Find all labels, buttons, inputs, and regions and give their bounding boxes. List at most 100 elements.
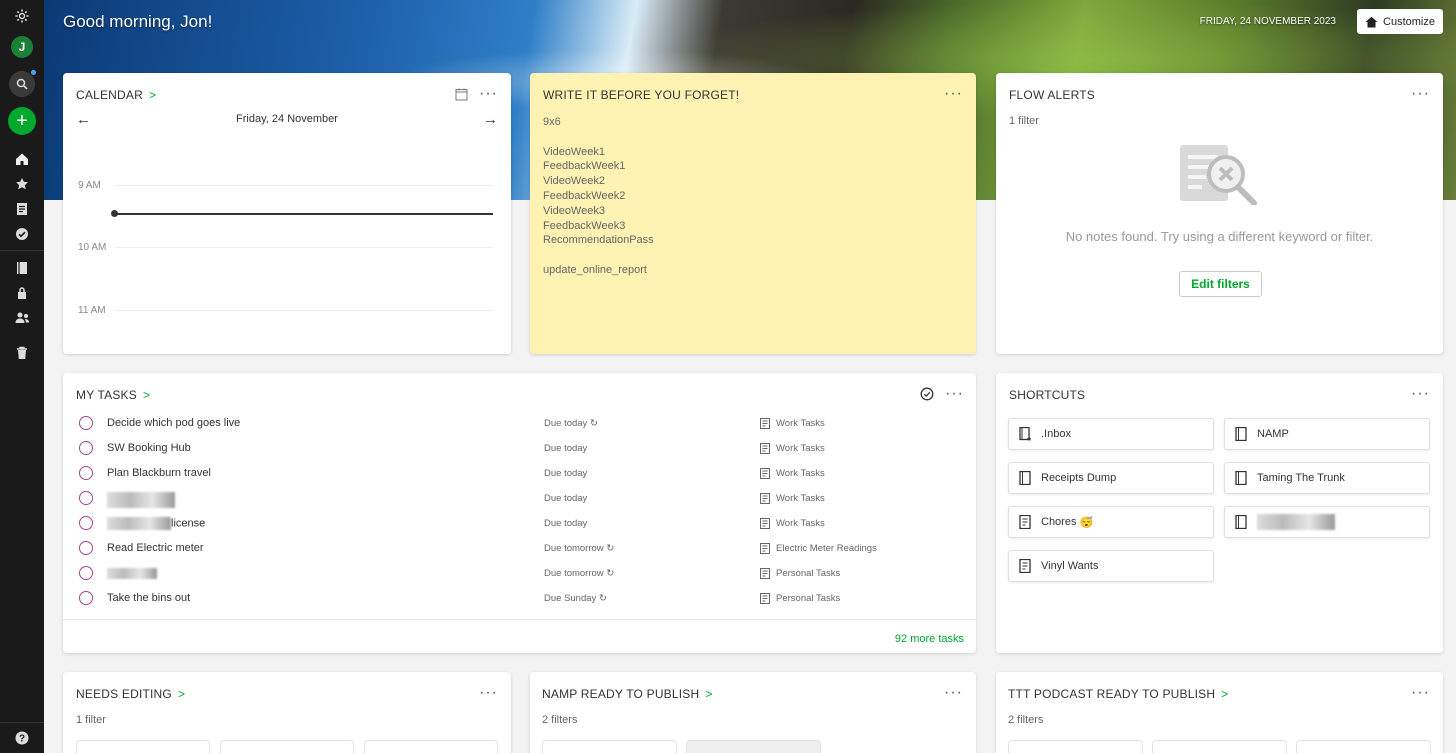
shortcut-item[interactable]: Vinyl Wants bbox=[1008, 550, 1214, 582]
notebook-icon bbox=[1225, 515, 1257, 529]
gear-icon[interactable] bbox=[0, 5, 44, 27]
more-options-icon[interactable]: ··· bbox=[945, 385, 964, 403]
task-checkbox[interactable] bbox=[79, 441, 93, 455]
star-icon[interactable] bbox=[0, 176, 44, 192]
widget-title[interactable]: TTT PODCAST READY TO PUBLISH > bbox=[1008, 687, 1228, 701]
note-card[interactable] bbox=[1152, 740, 1287, 753]
more-options-icon[interactable]: ··· bbox=[1411, 684, 1430, 702]
note-icon bbox=[760, 593, 770, 604]
people-icon[interactable] bbox=[0, 310, 44, 326]
task-notebook-label: Electric Meter Readings bbox=[776, 543, 877, 554]
avatar[interactable]: J bbox=[0, 36, 44, 58]
arrow-right-icon[interactable]: → bbox=[483, 111, 498, 128]
more-options-icon[interactable]: ··· bbox=[479, 684, 498, 702]
task-due: Due tomorrow ↻ bbox=[544, 568, 614, 579]
svg-text:?: ? bbox=[19, 734, 25, 745]
redacted-text bbox=[1257, 514, 1335, 530]
notebook-icon[interactable] bbox=[0, 260, 44, 276]
notebook-icon bbox=[760, 518, 770, 529]
task-due-label: Due Sunday bbox=[544, 593, 597, 604]
chevron-right-icon: > bbox=[705, 687, 713, 701]
task-due: Due today bbox=[544, 493, 588, 504]
shortcut-item[interactable]: .Inbox bbox=[1008, 418, 1214, 450]
notebook-icon bbox=[1225, 471, 1257, 485]
home-icon[interactable] bbox=[0, 151, 44, 167]
sleepy-emoji-icon: 😴 bbox=[1079, 516, 1094, 529]
note-card[interactable] bbox=[76, 740, 210, 753]
shortcut-item[interactable]: NAMP bbox=[1224, 418, 1430, 450]
hour-line bbox=[115, 185, 493, 186]
task-row[interactable]: Due today Work Tasks bbox=[63, 486, 976, 511]
help-icon[interactable]: ? bbox=[0, 730, 44, 746]
note-card[interactable] bbox=[364, 740, 498, 753]
calendar-open-icon[interactable] bbox=[455, 88, 468, 101]
chevron-right-icon: > bbox=[1221, 687, 1229, 701]
task-row[interactable]: Due tomorrow ↻ Personal Tasks bbox=[63, 561, 976, 586]
task-notebook-label: Work Tasks bbox=[776, 418, 825, 429]
task-title: Decide which pod goes live bbox=[107, 417, 241, 429]
task-checkbox[interactable] bbox=[79, 466, 93, 480]
shortcut-item[interactable] bbox=[1224, 506, 1430, 538]
tag-icon[interactable] bbox=[0, 285, 44, 301]
calendar-title[interactable]: CALENDAR > bbox=[76, 88, 156, 102]
add-task-icon[interactable] bbox=[920, 387, 934, 401]
shortcut-item[interactable]: Chores 😴 bbox=[1008, 506, 1214, 538]
hour-line bbox=[115, 310, 493, 311]
edit-filters-button[interactable]: Edit filters bbox=[1179, 271, 1262, 297]
repeat-icon: ↻ bbox=[606, 568, 615, 579]
sidebar-divider bbox=[0, 250, 44, 251]
more-tasks-link[interactable]: 92 more tasks bbox=[895, 633, 964, 645]
customize-button[interactable]: Customize bbox=[1357, 9, 1443, 34]
task-row[interactable]: Plan Blackburn travel Due today Work Tas… bbox=[63, 461, 976, 486]
more-options-icon[interactable]: ··· bbox=[479, 85, 498, 103]
shortcut-item[interactable]: Receipts Dump bbox=[1008, 462, 1214, 494]
header-date: FRIDAY, 24 NOVEMBER 2023 bbox=[1199, 16, 1336, 27]
task-notebook: Work Tasks bbox=[760, 443, 825, 454]
note-icon[interactable] bbox=[0, 201, 44, 217]
shortcut-label: Chores bbox=[1041, 516, 1077, 528]
check-icon[interactable] bbox=[0, 226, 44, 242]
more-options-icon[interactable]: ··· bbox=[944, 85, 963, 103]
plus-icon: + bbox=[8, 107, 36, 135]
task-row[interactable]: Read Electric meter Due tomorrow ↻ Elect… bbox=[63, 536, 976, 561]
shortcut-item[interactable]: Taming The Trunk bbox=[1224, 462, 1430, 494]
avatar-letter: J bbox=[11, 36, 33, 58]
task-checkbox[interactable] bbox=[79, 416, 93, 430]
task-checkbox[interactable] bbox=[79, 566, 93, 580]
task-notebook-label: Work Tasks bbox=[776, 518, 825, 529]
notebook-icon bbox=[760, 443, 770, 454]
search-button[interactable] bbox=[0, 69, 44, 98]
task-row[interactable]: SW Booking Hub Due today Work Tasks bbox=[63, 436, 976, 461]
widget-title[interactable]: NEEDS EDITING > bbox=[76, 687, 185, 701]
task-title: Plan Blackburn travel bbox=[107, 467, 211, 479]
tasks-title[interactable]: MY TASKS > bbox=[76, 388, 150, 402]
note-card[interactable] bbox=[1296, 740, 1431, 753]
more-options-icon[interactable]: ··· bbox=[1411, 85, 1430, 103]
task-checkbox[interactable] bbox=[79, 541, 93, 555]
search-icon bbox=[16, 78, 28, 90]
task-checkbox[interactable] bbox=[79, 591, 93, 605]
note-card[interactable] bbox=[542, 740, 677, 753]
calendar-widget: CALENDAR > ··· ← Friday, 24 November → 9 … bbox=[63, 73, 511, 354]
task-checkbox[interactable] bbox=[79, 516, 93, 530]
scratchpad-body[interactable]: 9x6 VideoWeek1 FeedbackWeek1 VideoWeek2 … bbox=[543, 115, 654, 278]
scratchpad-line: RecommendationPass bbox=[543, 234, 654, 247]
task-row[interactable]: Take the bins out Due Sunday ↻ Personal … bbox=[63, 586, 976, 611]
more-options-icon[interactable]: ··· bbox=[944, 684, 963, 702]
task-row[interactable]: Decide which pod goes live Due today ↻ W… bbox=[63, 411, 976, 436]
task-row[interactable]: license Due today Work Tasks bbox=[63, 511, 976, 536]
note-card[interactable] bbox=[1008, 740, 1143, 753]
widget-title[interactable]: NAMP READY TO PUBLISH > bbox=[542, 687, 713, 701]
trash-icon[interactable] bbox=[0, 345, 44, 361]
notebook-icon bbox=[760, 493, 770, 504]
note-card[interactable] bbox=[220, 740, 354, 753]
new-note-button[interactable]: + bbox=[0, 107, 44, 135]
task-due-label: Due today bbox=[544, 418, 588, 429]
note-card[interactable] bbox=[686, 740, 821, 753]
scratchpad-widget[interactable]: WRITE IT BEFORE YOU FORGET! ··· 9x6 Vide… bbox=[530, 73, 976, 354]
more-options-icon[interactable]: ··· bbox=[1411, 385, 1430, 403]
shortcut-label: .Inbox bbox=[1041, 428, 1071, 440]
redacted-text bbox=[107, 567, 157, 579]
task-checkbox[interactable] bbox=[79, 491, 93, 505]
widget-title-label: NEEDS EDITING bbox=[76, 687, 172, 701]
